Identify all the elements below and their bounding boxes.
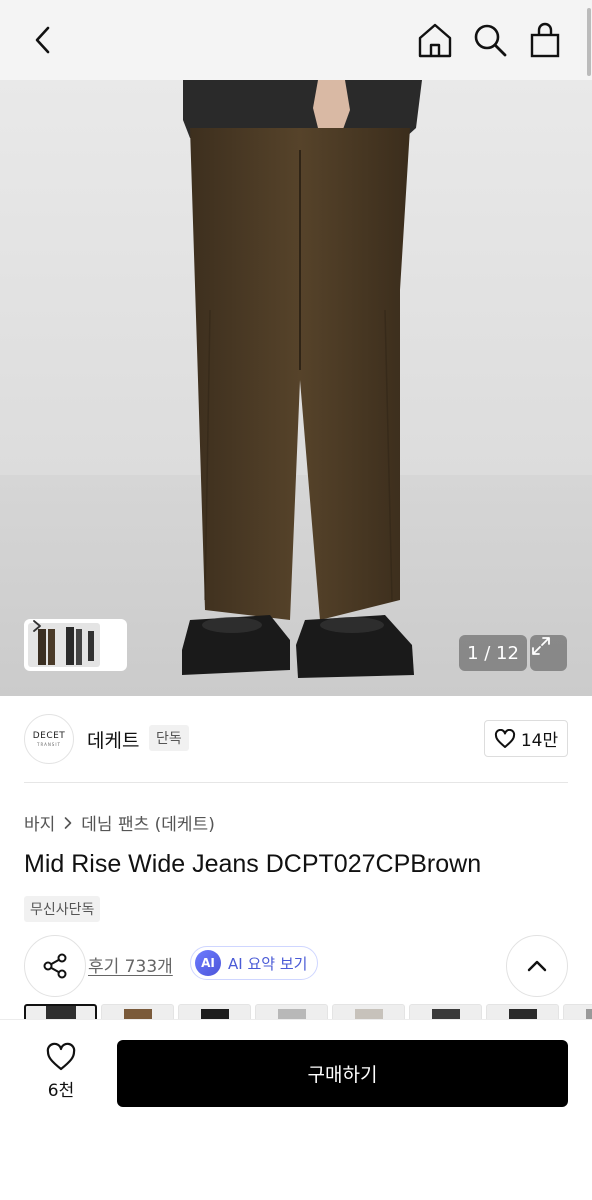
buy-button[interactable]: 구매하기 [117, 1040, 568, 1107]
chevron-up-icon [527, 960, 547, 972]
product-photo [0, 80, 592, 696]
share-icon [43, 953, 67, 979]
review-count-link[interactable]: 후기 733개 [88, 952, 173, 977]
scroll-to-top-button[interactable] [506, 935, 568, 997]
divider [24, 782, 568, 783]
share-button[interactable] [24, 935, 86, 997]
brand-name[interactable]: 데케트 [87, 726, 139, 753]
search-icon[interactable] [470, 20, 510, 60]
heart-icon [494, 728, 515, 748]
color-option-thumbnail[interactable] [178, 1004, 251, 1020]
breadcrumb: 바지 데님 팬츠 (데케트) [24, 810, 215, 835]
shopping-bag-icon[interactable] [525, 20, 565, 60]
expand-icon[interactable] [530, 635, 567, 671]
breadcrumb-subcategory[interactable]: 데님 팬츠 (데케트) [81, 810, 215, 835]
gallery-thumbnail-preview[interactable] [24, 619, 127, 671]
brand-like-count: 14만 [520, 731, 559, 751]
product-image-gallery[interactable]: 1 / 12 [0, 80, 592, 696]
ai-summary-label: AI 요약 보기 [228, 954, 308, 973]
bottom-purchase-bar: 6천 구매하기 [0, 1020, 592, 1200]
chevron-right-icon [33, 620, 41, 632]
exclusive-tag: 무신사단독 [24, 896, 101, 922]
brand-exclusive-badge: 단독 [149, 725, 189, 751]
color-option-thumbnail[interactable] [101, 1004, 174, 1020]
ai-icon: AI [195, 950, 221, 976]
color-option-thumbnail[interactable] [332, 1004, 405, 1020]
color-option-thumbnail[interactable] [24, 1004, 97, 1020]
wishlist-button[interactable]: 6천 [28, 1042, 94, 1104]
brand-logo-subtext: TRANSIT [37, 742, 61, 747]
color-option-strip [24, 1004, 592, 1020]
color-option-thumbnail[interactable] [255, 1004, 328, 1020]
back-arrow-icon[interactable] [26, 22, 62, 58]
top-nav-bar [0, 0, 592, 80]
page-scrollbar[interactable] [587, 8, 591, 76]
color-option-thumbnail[interactable] [409, 1004, 482, 1020]
color-option-thumbnail[interactable] [486, 1004, 559, 1020]
color-option-thumbnail[interactable] [563, 1004, 592, 1020]
chevron-right-icon [64, 816, 72, 829]
brand-logo[interactable]: DECET TRANSIT [24, 714, 74, 764]
product-title: Mid Rise Wide Jeans DCPT027CPBrown [24, 850, 482, 878]
wishlist-count: 6천 [47, 1081, 75, 1101]
ai-summary-button[interactable]: AI AI 요약 보기 [190, 946, 319, 980]
heart-icon [46, 1042, 76, 1071]
brand-like-button[interactable]: 14만 [484, 720, 568, 757]
breadcrumb-category[interactable]: 바지 [24, 810, 55, 835]
brand-row: DECET TRANSIT 데케트 단독 14만 [24, 712, 568, 768]
brand-logo-text: DECET [32, 731, 66, 741]
image-counter: 1 / 12 [459, 635, 527, 671]
home-icon[interactable] [415, 20, 455, 60]
